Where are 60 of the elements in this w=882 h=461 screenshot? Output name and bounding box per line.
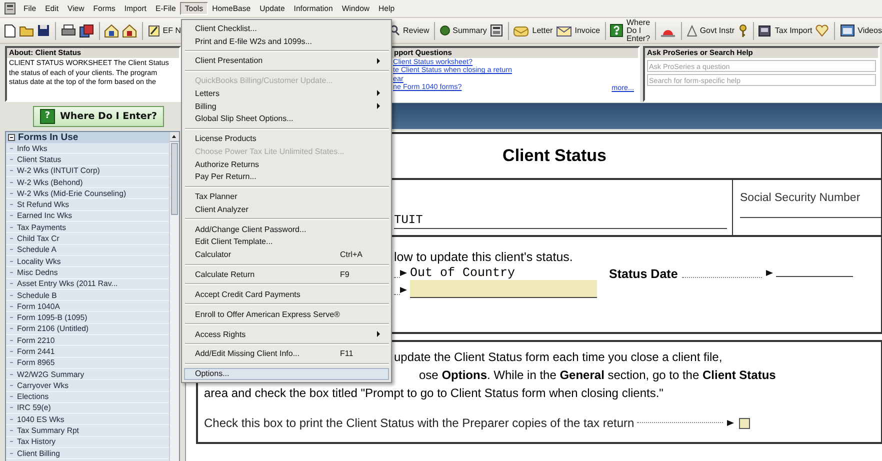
menu-item[interactable]: Print and E-file W2s and 1099s...	[184, 34, 389, 48]
open-folder-icon[interactable]	[19, 24, 34, 37]
instruction-text: low to update this client's status.	[394, 250, 574, 264]
help-icon: ?	[40, 108, 55, 124]
menu-item[interactable]: Calculate Return F9	[184, 268, 389, 281]
menu-item[interactable]: Add/Edit Missing Client Info... F11	[184, 348, 389, 360]
app-icon[interactable]	[4, 2, 16, 15]
video-window-icon[interactable]	[840, 24, 855, 37]
where-do-i-enter-button[interactable]: ? Where Do I Enter?	[32, 106, 164, 126]
menu-item[interactable]: Access Rights	[184, 328, 389, 340]
collapse-icon[interactable]	[8, 134, 15, 141]
envelope-icon[interactable]	[556, 24, 572, 37]
toolbar-button-label[interactable]: Review	[403, 26, 430, 35]
magnifier-icon[interactable]	[392, 24, 400, 37]
field-label: Social Security Number	[740, 192, 862, 204]
house-icon[interactable]	[122, 24, 138, 38]
new-file-icon[interactable]	[4, 24, 16, 38]
name-field[interactable]: TUIT	[394, 213, 727, 229]
toolbar-button-label[interactable]: Letter	[532, 26, 553, 35]
import-icon[interactable]	[758, 24, 772, 37]
menu-item[interactable]: Client Analyzer	[184, 203, 389, 216]
menu-item[interactable]: Letters	[184, 87, 389, 100]
scrollbar[interactable]	[169, 132, 179, 461]
toolbar-button-label[interactable]: Summary	[452, 26, 487, 35]
menu-item[interactable]: Add/Change Client Password...	[184, 222, 389, 236]
documents-icon[interactable]	[78, 24, 94, 38]
checkbox[interactable]	[739, 418, 750, 428]
menu-item[interactable]: Client Checklist...	[184, 22, 389, 35]
menu-item[interactable]: Billing	[184, 100, 389, 112]
triangle-icon[interactable]	[686, 24, 697, 36]
menu-item[interactable]: Global Slip Sheet Options...	[184, 112, 389, 126]
instruction-text: update the Client Status form each time you close a client file,	[394, 349, 722, 366]
house-icon[interactable]	[104, 24, 120, 38]
menu-item[interactable]: Tax Planner	[184, 190, 389, 203]
menu-item[interactable]: Accept Credit Card Payments	[184, 288, 389, 301]
help-icon[interactable]	[610, 24, 624, 37]
pencil-note-icon[interactable]	[148, 24, 160, 37]
calculator-icon[interactable]	[490, 24, 503, 37]
input-field[interactable]	[410, 280, 597, 298]
toolbar-button-label[interactable]: Invoice	[574, 26, 600, 35]
checkbox-label: Check this box to print the Client Status with the Preparer copies of the tax return	[204, 416, 634, 430]
menu-item[interactable]: Calculator Ctrl+A	[184, 248, 389, 261]
instruction-text: area and check the box titled "Prompt to go to Client Status form when closing clients."	[204, 385, 664, 402]
save-icon[interactable]	[37, 24, 50, 37]
menu-item[interactable]: Edit Client Template...	[184, 236, 389, 248]
menu-item[interactable]: Options...	[184, 368, 389, 380]
menu-item[interactable]: Client Presentation	[184, 54, 389, 68]
envelope-icon[interactable]	[513, 24, 530, 36]
field-label: Status Date	[609, 267, 678, 281]
instruction-text: ose Options. While in the General section, go to the Client Status	[419, 367, 776, 384]
toolbar-button-label[interactable]: Videos	[858, 26, 882, 35]
sidebar-title: Forms In Use	[18, 132, 78, 143]
toolbar-button-label[interactable]: Govt Instr	[700, 26, 734, 35]
printer-icon[interactable]	[60, 24, 76, 37]
key-icon[interactable]	[738, 24, 748, 38]
toolbar-button-label[interactable]: Where Do I Enter?	[626, 18, 650, 42]
toolbar-button-label[interactable]: Tax Import	[774, 26, 812, 35]
menu-item[interactable]: Enroll to Offer American Express Serve®	[184, 308, 389, 321]
toolbar-button-label[interactable]: EF N	[162, 26, 181, 35]
heart-icon[interactable]	[815, 24, 830, 37]
